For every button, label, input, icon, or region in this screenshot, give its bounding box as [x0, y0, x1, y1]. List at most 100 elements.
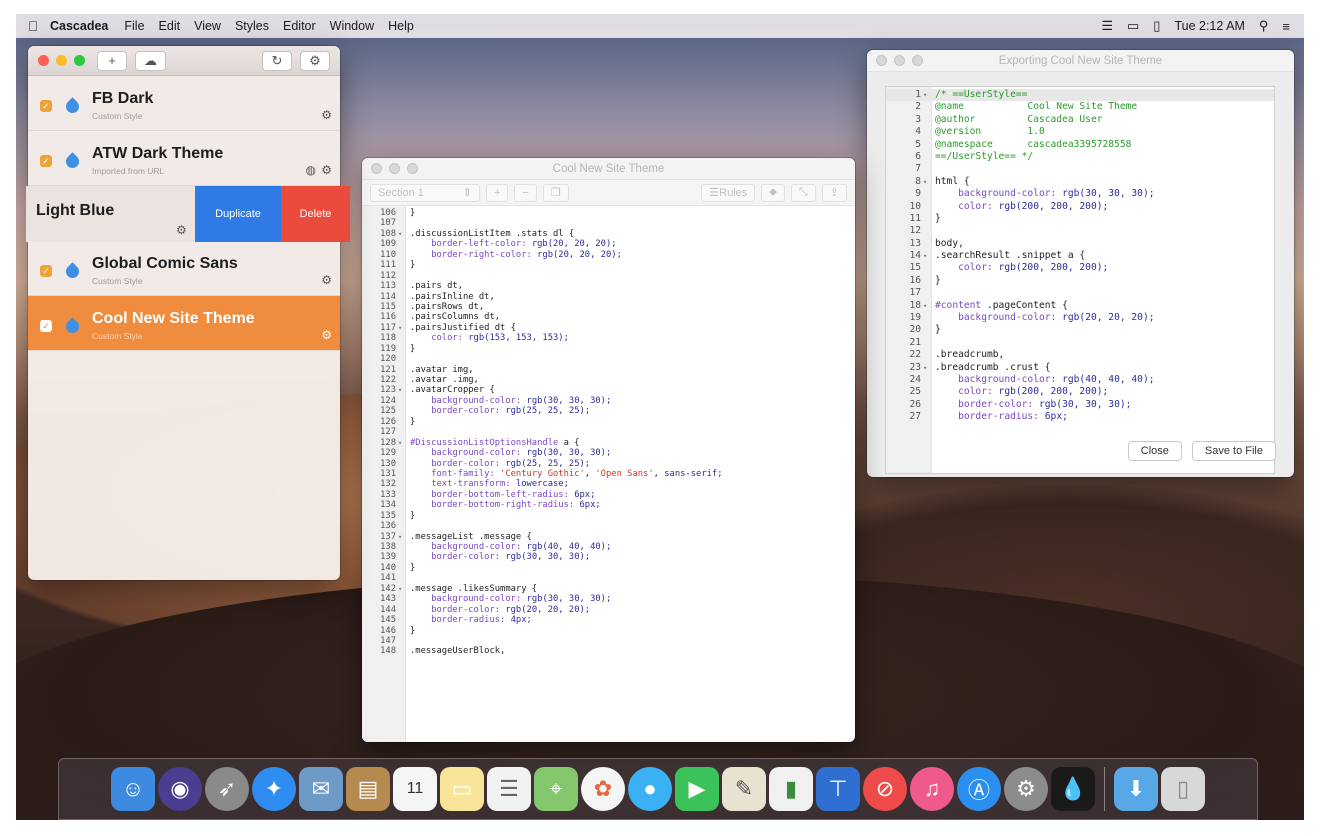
droplet-icon [63, 316, 82, 336]
dock-separator [1104, 767, 1105, 811]
maps-icon[interactable]: ⌖ [534, 767, 578, 811]
refresh-button[interactable]: ↻ [262, 50, 292, 71]
gear-icon[interactable]: ⚙ [176, 223, 187, 237]
safari-icon[interactable]: ✦ [252, 767, 296, 811]
copy-icon: ❐ [550, 187, 561, 199]
minimize-window-button[interactable] [56, 55, 67, 66]
settings-button[interactable]: ⚙ [300, 50, 330, 71]
app-store-icon[interactable]: Ⓐ [957, 767, 1001, 811]
gear-icon[interactable]: ⚙ [321, 273, 332, 287]
trash-icon[interactable]: ▯ [1161, 767, 1205, 811]
cloud-icon: ☁ [144, 52, 157, 68]
add-section-button[interactable]: + [486, 183, 509, 202]
duplicate-button[interactable]: Duplicate [195, 186, 281, 242]
apple-icon[interactable]:  [16, 18, 50, 34]
menu-window[interactable]: Window [330, 19, 374, 33]
section-selector[interactable]: Section 1 ⇕ [370, 183, 480, 202]
gear-icon: ⚙ [309, 52, 321, 68]
menu-editor[interactable]: Editor [283, 19, 316, 33]
desktop:  Cascadea File Edit View Styles Editor … [16, 14, 1304, 820]
airplay-icon[interactable]: ▭ [1127, 18, 1139, 34]
droplet-icon [63, 96, 82, 116]
menu-styles[interactable]: Styles [235, 19, 269, 33]
droplet-icon [63, 151, 82, 171]
cascadea-icon[interactable]: 💧 [1051, 767, 1095, 811]
duplicate-section-button[interactable]: ❐ [542, 183, 569, 202]
battery-icon[interactable]: ▯ [1153, 18, 1160, 34]
editor-code-text: 106} 107 108 ▾ .discussionListItem .stats … [380, 208, 723, 657]
export-code-text: 1 ▾/* ==UserStyle== 2 @name Cool New Site … [886, 89, 1274, 424]
rules-label: Rules [719, 186, 748, 199]
spotlight-icon[interactable]: ⚲ [1259, 18, 1269, 34]
siri-icon[interactable]: ◉ [158, 767, 202, 811]
preview-icon[interactable]: ✉ [299, 767, 343, 811]
launchpad-icon[interactable]: ➶ [205, 767, 249, 811]
remove-section-button[interactable]: − [514, 183, 537, 202]
style-title: Global Comic Sans [92, 255, 238, 272]
menu-help[interactable]: Help [388, 19, 414, 33]
zoom-window-button[interactable] [74, 55, 85, 66]
share-icon: ⇪ [829, 187, 839, 199]
notes-icon[interactable]: ▭ [440, 767, 484, 811]
gear-icon[interactable]: ⚙ [321, 328, 332, 342]
tag-icon: ⬥ [769, 186, 777, 198]
style-title: FB Dark [92, 90, 154, 107]
style-row-global-comic-sans[interactable]: ✓ Global Comic Sans Custom Style ⚙ [28, 241, 340, 296]
menu-file[interactable]: File [124, 19, 144, 33]
styles-toolbar: + ☁ ↻ ⚙ [28, 46, 340, 76]
news-icon[interactable]: ⊘ [863, 767, 907, 811]
add-style-button[interactable]: + [97, 50, 127, 71]
style-row-fb-dark[interactable]: ✓ FB Dark Custom Style ⚙ [28, 76, 340, 131]
gear-icon[interactable]: ⚙ [321, 108, 332, 122]
contacts-icon[interactable]: ▤ [346, 767, 390, 811]
photos-icon[interactable]: ✿ [581, 767, 625, 811]
finder-icon[interactable]: ☺ [111, 767, 155, 811]
reminders-icon[interactable]: ☰ [487, 767, 531, 811]
delete-button[interactable]: Delete [281, 186, 350, 242]
style-row-atw-dark-theme[interactable]: ✓ ATW Dark Theme Imported from URL ◍ ⚙ [28, 131, 340, 186]
facetime-icon[interactable]: ▶ [675, 767, 719, 811]
style-title: Light Blue [36, 202, 115, 219]
menu-view[interactable]: View [194, 19, 221, 33]
style-subtitle: Custom Style [92, 111, 143, 121]
globe-icon[interactable]: ◍ [306, 163, 316, 177]
enable-checkbox[interactable]: ✓ [40, 265, 52, 277]
share-button[interactable]: ⇪ [821, 183, 847, 202]
style-row-light-blue[interactable]: Light Blue ⚙ Duplicate Delete [26, 186, 350, 242]
music-icon[interactable]: ♫ [910, 767, 954, 811]
notification-center-icon[interactable]: ≡ [1282, 19, 1290, 34]
section-label: Section 1 [378, 186, 424, 199]
save-to-file-button[interactable]: Save to File [1191, 441, 1276, 461]
close-window-button[interactable] [38, 55, 49, 66]
code-editor[interactable]: 106} 107 108 ▾ .discussionListItem .stats … [362, 206, 855, 742]
styles-window: + ☁ ↻ ⚙ ✓ FB Dark Custom Style ⚙ ✓ ATW D… [28, 46, 340, 580]
downloads-folder-icon[interactable]: ⬇ [1114, 767, 1158, 811]
editor-titlebar: Cool New Site Theme [362, 158, 855, 180]
keynote-icon[interactable]: ⊤ [816, 767, 860, 811]
dock: ☺ ◉ ➶ ✦ ✉ ▤ 11 ▭ ☰ ⌖ ✿ ● ▶ ✎ ▮ ⊤ ⊘ ♫ Ⓐ ⚙… [58, 758, 1258, 820]
expand-button[interactable]: ⤡ [790, 183, 816, 202]
numbers-icon[interactable]: ▮ [769, 767, 813, 811]
wifi-icon[interactable]: ☰ [1101, 18, 1113, 34]
droplet-icon [63, 261, 82, 281]
rules-button[interactable]: ☰ Rules [701, 183, 756, 202]
menu-bar:  Cascadea File Edit View Styles Editor … [16, 14, 1304, 38]
export-code-view[interactable]: 1 ▾/* ==UserStyle== 2 @name Cool New Site … [885, 86, 1275, 474]
enable-checkbox[interactable]: ✓ [40, 320, 52, 332]
enable-checkbox[interactable]: ✓ [40, 155, 52, 167]
close-button[interactable]: Close [1127, 441, 1182, 461]
minus-icon: − [522, 186, 529, 199]
system-preferences-icon[interactable]: ⚙ [1004, 767, 1048, 811]
textedit-icon[interactable]: ✎ [722, 767, 766, 811]
style-row-cool-new-site-theme[interactable]: ✓ Cool New Site Theme Custom Style ⚙ [28, 296, 340, 351]
messages-icon[interactable]: ● [628, 767, 672, 811]
tag-button[interactable]: ⬥ [761, 183, 785, 202]
list-icon: ☰ [709, 187, 720, 199]
menu-edit[interactable]: Edit [159, 19, 181, 33]
import-url-button[interactable]: ☁ [135, 50, 166, 71]
calendar-icon[interactable]: 11 [393, 767, 437, 811]
gear-icon[interactable]: ⚙ [321, 163, 332, 177]
menu-clock[interactable]: Tue 2:12 AM [1174, 19, 1244, 33]
menu-app-name[interactable]: Cascadea [50, 19, 108, 33]
enable-checkbox[interactable]: ✓ [40, 100, 52, 112]
